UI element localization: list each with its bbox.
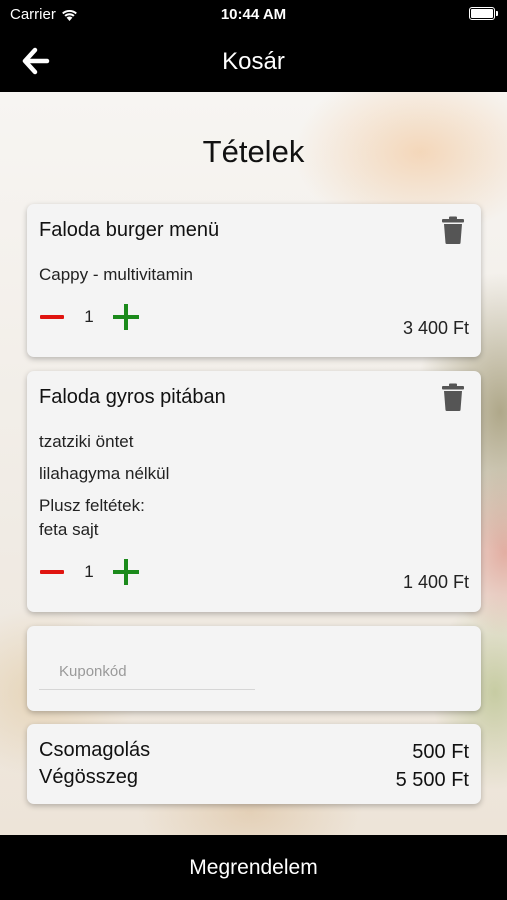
item-option: tzatziki öntet [39,432,134,451]
increase-quantity-button[interactable] [113,559,139,585]
item-price: 1 400 Ft [402,572,469,592]
summary-card: Csomagolás 500 Ft Végösszeg 5 500 Ft [27,724,481,804]
page-title: Kosár [222,48,285,75]
item-option: Plusz feltétek: [39,496,145,515]
cart-content[interactable]: Tételek Faloda burger menü Cappy - multi… [0,92,507,835]
delete-item-button[interactable] [441,383,465,411]
cart-item: Faloda burger menü Cappy - multivitamin … [27,204,481,357]
coupon-input[interactable] [39,654,255,690]
section-title: Tételek [202,134,305,169]
cart-item: Faloda gyros pitában tzatziki öntet lila… [27,371,481,612]
item-name: Faloda burger menü [39,219,220,241]
total-label: Végösszeg [39,766,138,788]
status-bar: Carrier 10:44 AM [0,0,507,30]
nav-bar: Kosár [0,30,507,92]
increase-quantity-button[interactable] [113,304,139,330]
packaging-value: 500 Ft [412,741,469,763]
packaging-label: Csomagolás [39,739,151,761]
place-order-button[interactable]: Megrendelem [0,835,507,900]
item-option: lilahagyma nélkül [39,464,170,483]
coupon-card [27,626,481,711]
delete-item-button[interactable] [441,216,465,244]
item-quantity: 1 [84,562,94,581]
battery-icon [469,7,498,20]
decrease-quantity-button[interactable] [40,314,64,320]
item-quantity: 1 [84,307,94,326]
total-value: 5 500 Ft [395,769,469,791]
item-price: 3 400 Ft [402,318,469,338]
item-option: feta sajt [39,520,99,539]
clock: 10:44 AM [220,6,287,23]
trash-icon [442,383,464,411]
trash-icon [442,216,464,244]
item-name: Faloda gyros pitában [39,386,226,408]
decrease-quantity-button[interactable] [40,569,64,575]
item-option: Cappy - multivitamin [39,265,193,284]
